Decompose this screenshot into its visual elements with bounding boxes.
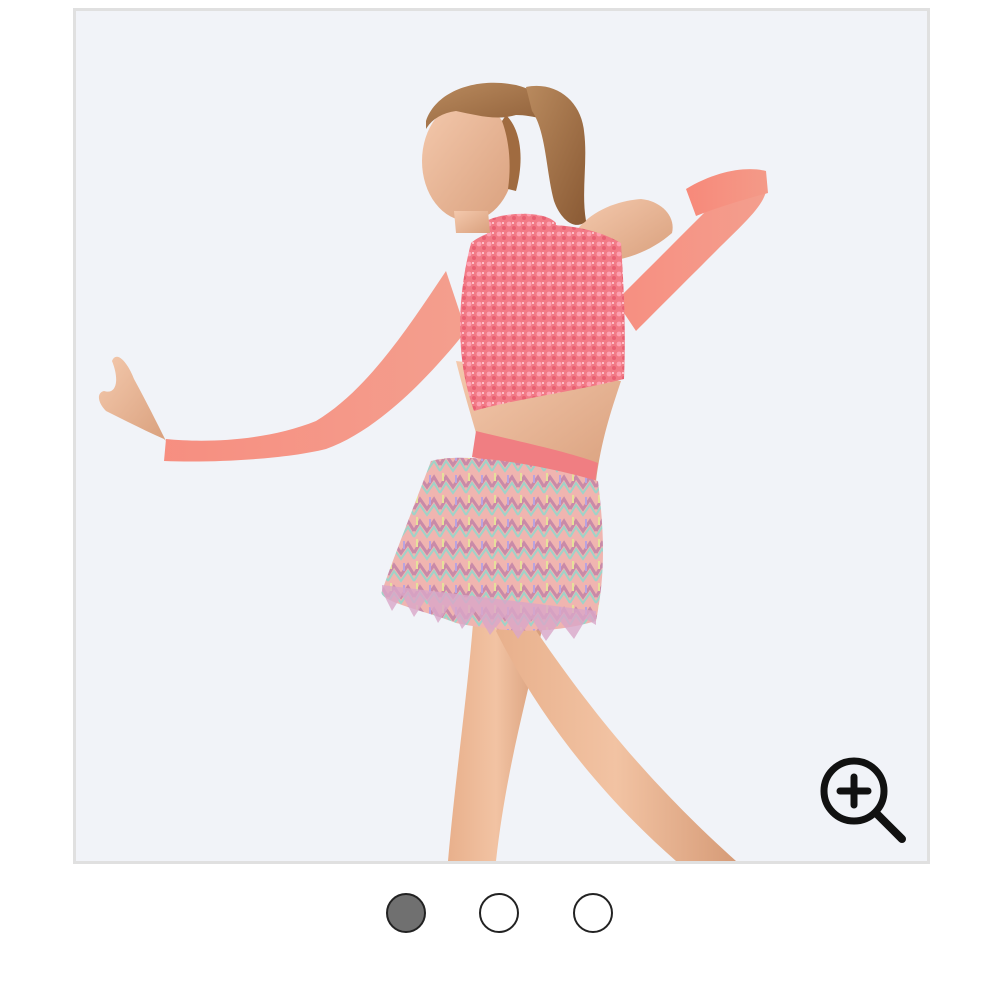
zoom-in-icon <box>820 757 906 843</box>
zoom-button[interactable] <box>816 753 912 849</box>
gallery-pagination <box>0 893 1000 937</box>
product-image-viewer[interactable] <box>73 8 930 864</box>
pagination-dot-2[interactable] <box>479 893 519 933</box>
product-photo <box>98 82 768 861</box>
pagination-dot-3[interactable] <box>573 893 613 933</box>
pagination-dot-1[interactable] <box>386 893 426 933</box>
